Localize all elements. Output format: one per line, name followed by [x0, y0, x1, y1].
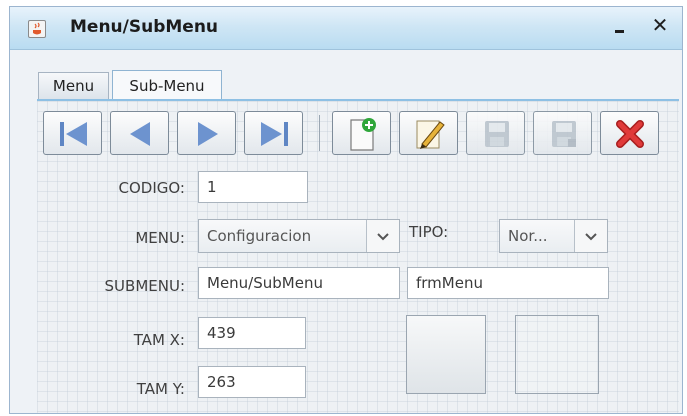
tipo-label: TIPO:	[409, 223, 449, 241]
new-document-icon	[350, 118, 376, 151]
submenu-label: SUBMENU:	[104, 277, 185, 295]
save-button[interactable]	[466, 111, 525, 155]
sub-menu-panel: CODIGO: 1 MENU: Configuracion TIPO: Nor.…	[37, 99, 679, 413]
icon-preview-button[interactable]	[406, 315, 486, 394]
tamy-label: TAM Y:	[136, 380, 185, 398]
menu-label: MENU:	[135, 229, 185, 247]
next-icon	[198, 122, 218, 146]
floppy-disk-icon	[552, 121, 576, 147]
image-preview-box	[515, 315, 599, 394]
submenu-field[interactable]: Menu/SubMenu	[198, 267, 400, 299]
tamy-field[interactable]: 263	[198, 366, 306, 398]
tipo-select-value: Nor...	[508, 227, 548, 245]
previous-icon	[130, 122, 150, 146]
red-x-icon	[616, 120, 644, 148]
skip-last-icon	[261, 122, 288, 146]
skip-first-icon	[60, 122, 87, 146]
minimize-icon[interactable]	[608, 15, 632, 39]
floppy-disk-icon	[485, 121, 509, 147]
save-as-button[interactable]	[533, 111, 592, 155]
close-icon[interactable]: ✕	[648, 13, 672, 37]
next-record-button[interactable]	[177, 111, 236, 155]
codigo-label: CODIGO:	[118, 179, 185, 197]
delete-button[interactable]	[600, 111, 659, 155]
tamx-field[interactable]: 439	[198, 317, 306, 349]
form-name-field[interactable]: frmMenu	[407, 267, 609, 299]
last-record-button[interactable]	[244, 111, 303, 155]
edit-record-button[interactable]	[399, 111, 458, 155]
pencil-edit-icon	[416, 120, 445, 149]
first-record-button[interactable]	[43, 111, 102, 155]
title-bar[interactable]: Menu/SubMenu ✕	[10, 7, 682, 50]
tab-sub-menu[interactable]: Sub-Menu	[112, 70, 222, 99]
tamx-label: TAM X:	[133, 331, 185, 349]
app-window: Menu/SubMenu ✕ Menu Sub-Menu CODIGO: 1 M…	[9, 6, 683, 414]
chevron-down-icon[interactable]	[574, 220, 607, 252]
chevron-down-icon[interactable]	[366, 220, 399, 252]
previous-record-button[interactable]	[110, 111, 169, 155]
java-cup-icon	[28, 20, 46, 38]
menu-select-value: Configuracion	[207, 227, 312, 245]
menu-select[interactable]: Configuracion	[198, 219, 400, 253]
window-title: Menu/SubMenu	[70, 17, 219, 37]
toolbar-separator	[319, 115, 320, 151]
new-record-button[interactable]	[332, 111, 391, 155]
tab-menu[interactable]: Menu	[38, 72, 109, 99]
codigo-field[interactable]: 1	[198, 171, 308, 203]
tipo-select[interactable]: Nor...	[499, 219, 608, 253]
